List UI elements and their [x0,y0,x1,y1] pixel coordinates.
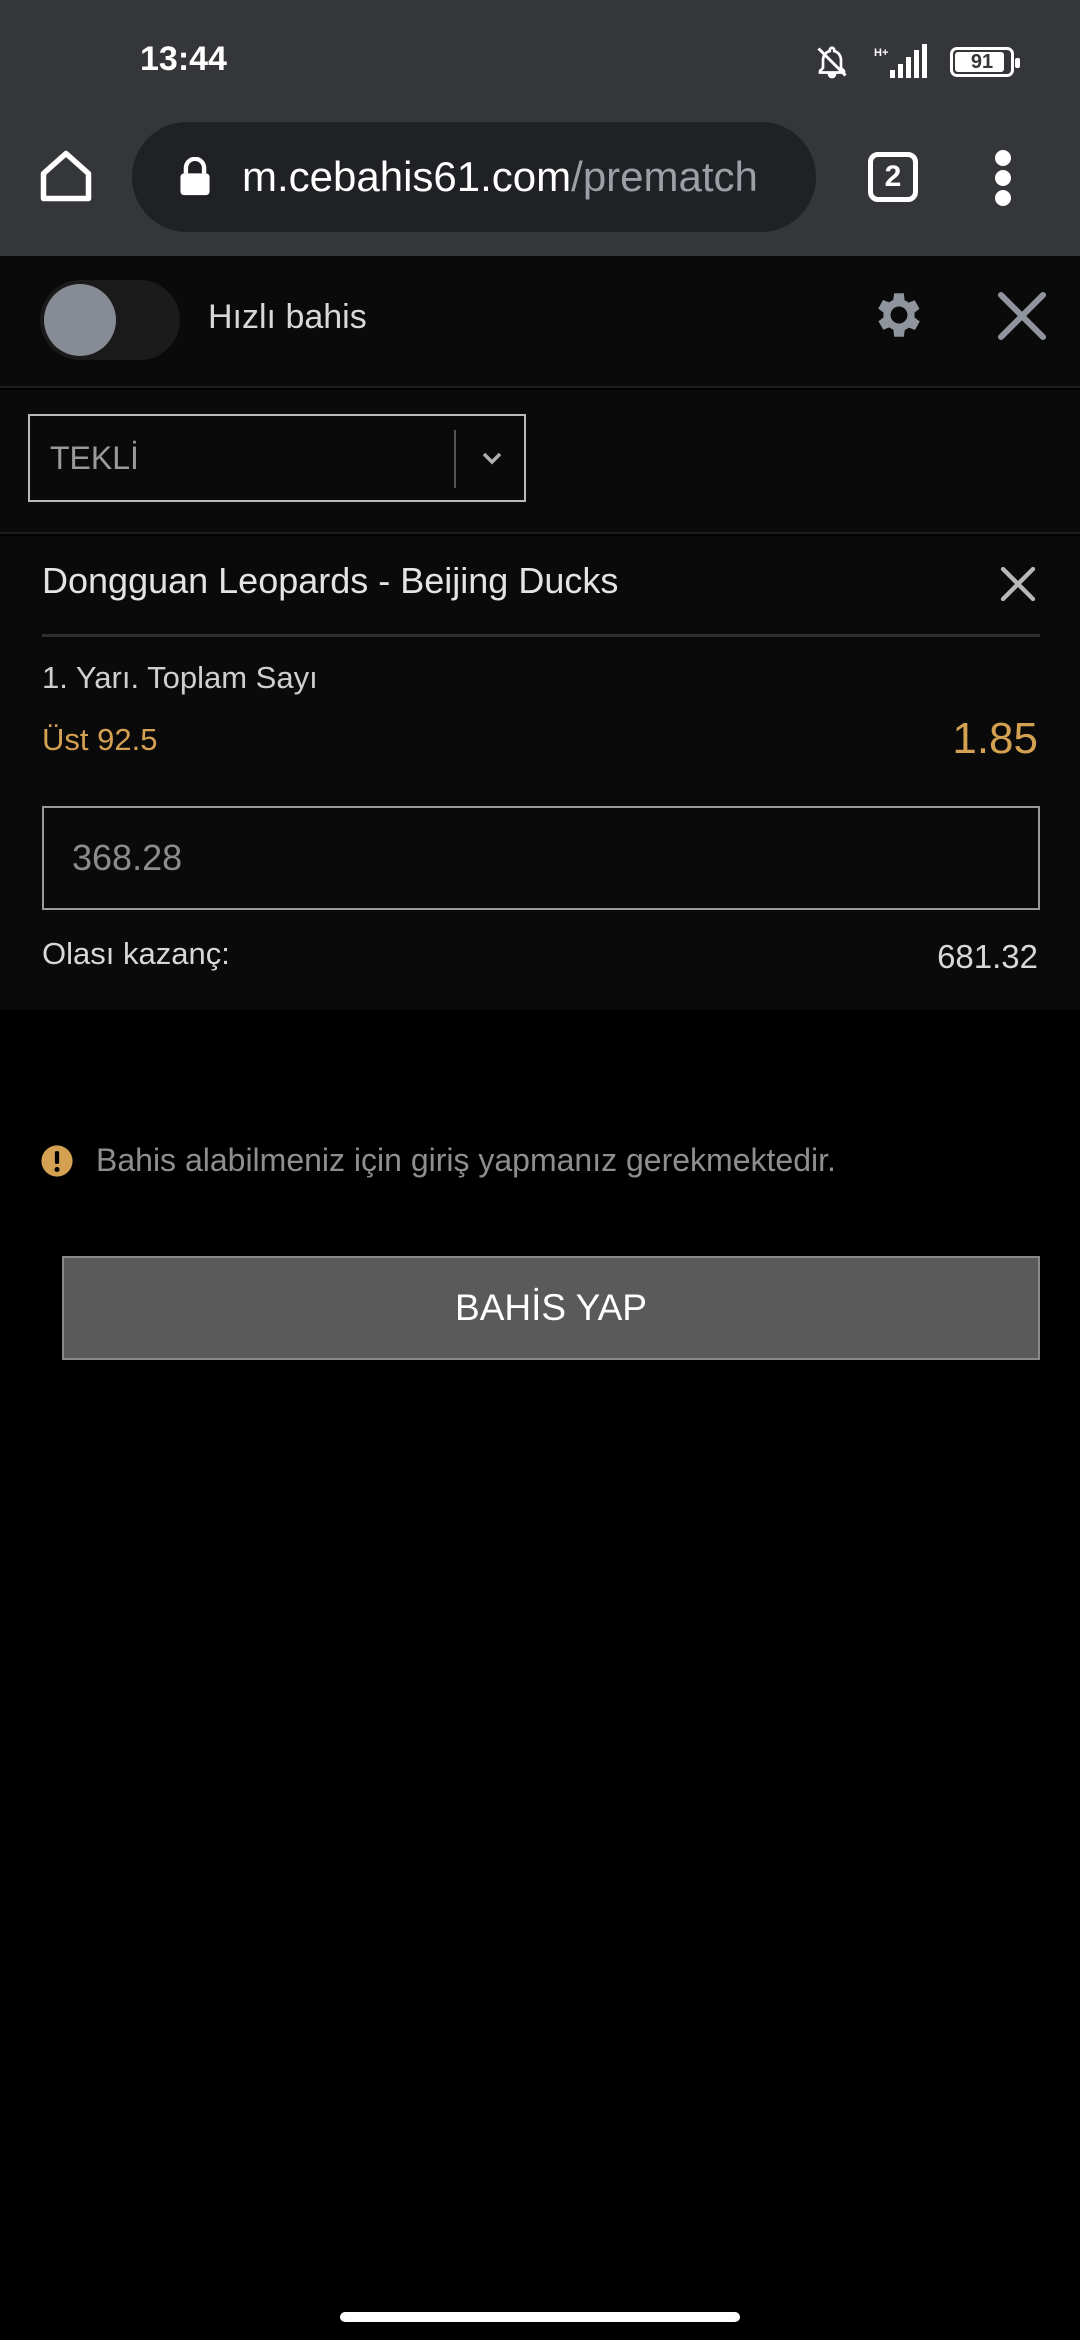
card-divider [42,634,1040,637]
bet-type-select[interactable]: TEKLİ [28,414,526,502]
odds-value: 1.85 [952,714,1038,763]
gear-icon[interactable] [870,286,928,344]
login-notice: Bahis alabilmeniz için giriş yapmanız ge… [40,1142,836,1179]
bet-type-row: TEKLİ [0,390,1080,534]
url-text: m.cebahis61.com/prematch [242,153,802,201]
tab-switcher-button[interactable]: 2 [868,152,918,202]
remove-bet-icon[interactable] [998,564,1038,604]
signal-icon: H+ [874,44,927,78]
tab-count: 2 [884,160,902,193]
potential-win-value: 681.32 [937,938,1038,975]
potential-win-label: Olası kazanç: [42,936,230,971]
market-name: 1. Yarı. Toplam Sayı [42,660,318,695]
betslip-header: Hızlı bahis [0,256,1080,388]
quick-bet-label: Hızlı bahis [208,298,367,336]
chevron-down-icon [482,452,502,465]
home-indicator[interactable] [340,2312,740,2322]
bet-card: Dongguan Leopards - Beijing Ducks 1. Yar… [0,536,1080,1010]
selection-name: Üst 92.5 [42,722,158,757]
warning-icon [41,1144,73,1177]
quick-bet-toggle[interactable] [40,280,180,360]
notice-text: Bahis alabilmeniz için giriş yapmanız ge… [96,1142,836,1178]
browser-chrome: 13:44 H+ 91 m.cebahis61.com/prematch 2 [0,0,1080,256]
battery-icon: 91 [950,47,1020,77]
bell-off-icon [817,46,847,79]
status-time: 13:44 [140,40,227,78]
toggle-knob [44,284,116,356]
url-bar[interactable]: m.cebahis61.com/prematch [132,122,816,232]
url-host: m.cebahis61.com [242,153,572,200]
home-icon[interactable] [36,146,96,206]
network-type: H+ [874,47,888,59]
battery-percent: 91 [970,50,994,73]
match-title: Dongguan Leopards - Beijing Ducks [42,560,619,601]
url-path: /prematch [571,153,758,200]
select-divider [454,430,456,488]
lock-icon [180,157,210,196]
place-bet-button[interactable]: BAHİS YAP [62,1256,1040,1360]
bet-type-value: TEKLİ [50,440,139,476]
more-vert-icon[interactable] [988,148,1018,208]
status-icons: H+ 91 [814,40,1020,84]
stake-input[interactable] [42,806,1040,910]
close-icon[interactable] [994,288,1050,344]
